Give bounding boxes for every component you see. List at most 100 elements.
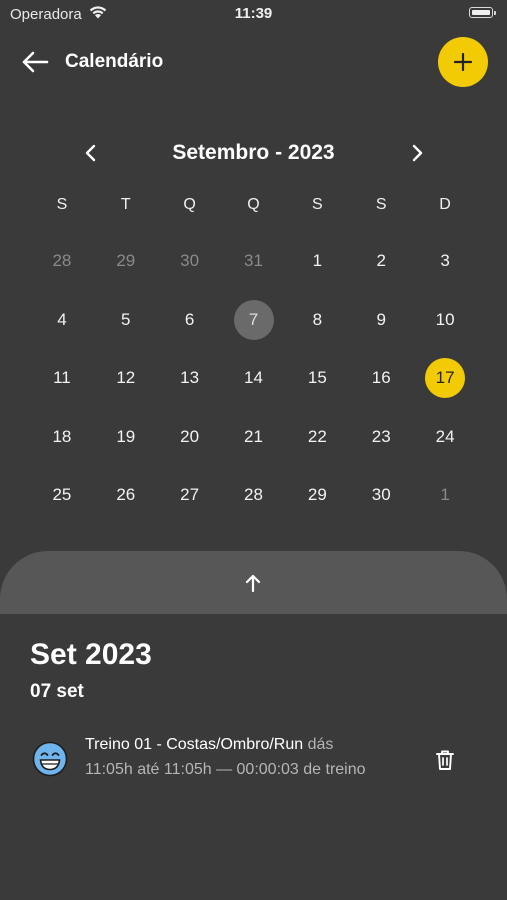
header: Calendário <box>0 36 507 92</box>
calendar-day[interactable]: 15 <box>285 358 349 417</box>
back-arrow-icon <box>22 51 49 73</box>
workout-entry[interactable]: Treino 01 - Costas/Ombro/Run dás 11:05h … <box>30 732 470 788</box>
weekday-label: Q <box>247 196 260 213</box>
calendar-day-number: 13 <box>180 368 200 388</box>
calendar-day-number: 28 <box>244 485 263 505</box>
back-button[interactable] <box>20 50 50 74</box>
calendar-day-number: 9 <box>376 309 386 329</box>
sheet-title: Set 2023 <box>30 638 152 671</box>
weekday-label: Q <box>183 196 196 213</box>
calendar-week: 11 12 13 14 15 16 17 <box>30 358 477 417</box>
next-month-button[interactable] <box>404 139 430 167</box>
calendar-day[interactable]: 13 <box>158 358 222 417</box>
calendar-day-number: 16 <box>371 368 391 388</box>
calendar-day[interactable]: 6 <box>158 300 222 359</box>
calendar-day[interactable]: 8 <box>285 300 349 359</box>
calendar-week: 4 5 6 7 8 9 10 <box>30 299 477 359</box>
calendar-day[interactable]: 22 <box>285 417 349 476</box>
status-time: 11:39 <box>234 5 273 22</box>
calendar-day[interactable]: 20 <box>158 417 222 476</box>
calendar-day-number: 15 <box>307 368 327 388</box>
calendar-day[interactable]: 28 <box>30 241 94 300</box>
page-title: Calendário <box>65 51 164 72</box>
calendar-day-number: 6 <box>184 309 195 329</box>
calendar-day-number: 1 <box>440 485 450 505</box>
calendar-day-today[interactable]: 17 <box>413 358 477 417</box>
entry-name: Treino 01 - Costas/Ombro/Run <box>85 736 304 753</box>
calendar-day-number: 2 <box>376 251 386 270</box>
calendar-day-number: 28 <box>52 251 72 270</box>
calendar-day[interactable]: 23 <box>349 417 413 476</box>
calendar-day-number: 3 <box>440 251 450 270</box>
calendar-day[interactable]: 26 <box>94 475 158 534</box>
weekday-label: S <box>375 196 387 213</box>
calendar-day-number: 20 <box>180 426 200 446</box>
calendar-day[interactable]: 24 <box>413 417 477 476</box>
calendar-day[interactable]: 16 <box>349 358 413 417</box>
calendar-day[interactable]: 18 <box>30 417 94 476</box>
calendar-day[interactable]: 27 <box>158 475 222 534</box>
delete-button[interactable] <box>434 748 456 772</box>
calendar-day[interactable]: 21 <box>222 417 286 476</box>
calendar-day-number: 25 <box>52 485 72 505</box>
grinning-face-icon <box>32 741 68 777</box>
calendar-day[interactable]: 14 <box>222 358 286 417</box>
calendar-day-number: 12 <box>116 368 136 388</box>
calendar-day-number: 29 <box>307 485 327 505</box>
calendar-day[interactable]: 11 <box>30 358 94 417</box>
calendar-day-number: 18 <box>52 426 72 446</box>
calendar-day[interactable]: 30 <box>158 241 222 300</box>
trash-icon <box>436 750 454 770</box>
weekday-label: D <box>439 196 451 213</box>
calendar-day[interactable]: 1 <box>413 475 477 534</box>
calendar-day[interactable]: 4 <box>30 300 94 359</box>
calendar-day[interactable]: 5 <box>94 300 158 359</box>
calendar-day-selected[interactable]: 7 <box>222 299 286 359</box>
calendar-week: 28 29 30 31 1 2 3 <box>30 241 477 300</box>
calendar-day[interactable]: 30 <box>349 475 413 534</box>
calendar-day-number: 27 <box>180 485 200 505</box>
calendar-day[interactable]: 2 <box>349 241 413 300</box>
calendar-day-number: 7 <box>233 299 274 340</box>
selected-date-label: 07 set <box>30 681 84 702</box>
month-navigation: Setembro - 2023 <box>0 135 507 171</box>
status-bar: Operadora 11:39 <box>0 0 507 30</box>
arrow-up-icon <box>245 574 261 593</box>
calendar-day-number: 19 <box>116 426 136 446</box>
calendar-day[interactable]: 29 <box>94 241 158 300</box>
calendar-grid: 28 29 30 31 1 2 3 4 5 6 7 8 9 10 11 12 13 14 15 16 17 18 19 20 2… <box>30 241 477 534</box>
calendar-day-number: 8 <box>312 309 323 329</box>
calendar-day[interactable]: 25 <box>30 475 94 534</box>
weekday-label: T <box>120 196 131 213</box>
calendar-day[interactable]: 3 <box>413 241 477 300</box>
calendar-day-number: 30 <box>180 251 200 270</box>
month-title: Setembro - 2023 <box>172 141 335 164</box>
plus-icon <box>453 52 473 72</box>
calendar-day[interactable]: 9 <box>349 300 413 359</box>
calendar-day-number: 29 <box>116 251 136 270</box>
entry-title-line: Treino 01 - Costas/Ombro/Run dás <box>85 736 333 754</box>
calendar-day-number: 4 <box>57 309 67 329</box>
sheet-expand-handle[interactable] <box>0 551 507 615</box>
add-button[interactable] <box>438 37 488 87</box>
battery-icon <box>469 7 496 18</box>
calendar-day[interactable]: 31 <box>222 241 286 300</box>
calendar-day-number: 5 <box>121 309 131 329</box>
calendar-day[interactable]: 10 <box>413 300 477 359</box>
entry-details: 11:05h até 11:05h — 00:00:03 de treino <box>85 761 366 778</box>
weekday-header: S T Q Q S S D <box>30 196 477 214</box>
chevron-right-icon <box>412 144 423 162</box>
events-sheet: Set 2023 07 set Treino 01 - Costas/Ombro… <box>0 614 507 900</box>
calendar-day[interactable]: 29 <box>285 475 349 534</box>
calendar-day[interactable]: 28 <box>222 475 286 534</box>
calendar-day[interactable]: 1 <box>285 241 349 300</box>
calendar-day[interactable]: 12 <box>94 358 158 417</box>
calendar-day-number: 10 <box>435 309 455 329</box>
calendar-day-number: 17 <box>425 358 466 399</box>
calendar-week: 25 26 27 28 29 30 1 <box>30 475 477 534</box>
calendar-day-number: 11 <box>53 368 71 388</box>
calendar-day-number: 31 <box>244 251 263 270</box>
calendar-day-number: 24 <box>435 426 455 446</box>
calendar-day[interactable]: 19 <box>94 417 158 476</box>
entry-suffix: dás <box>307 736 334 753</box>
